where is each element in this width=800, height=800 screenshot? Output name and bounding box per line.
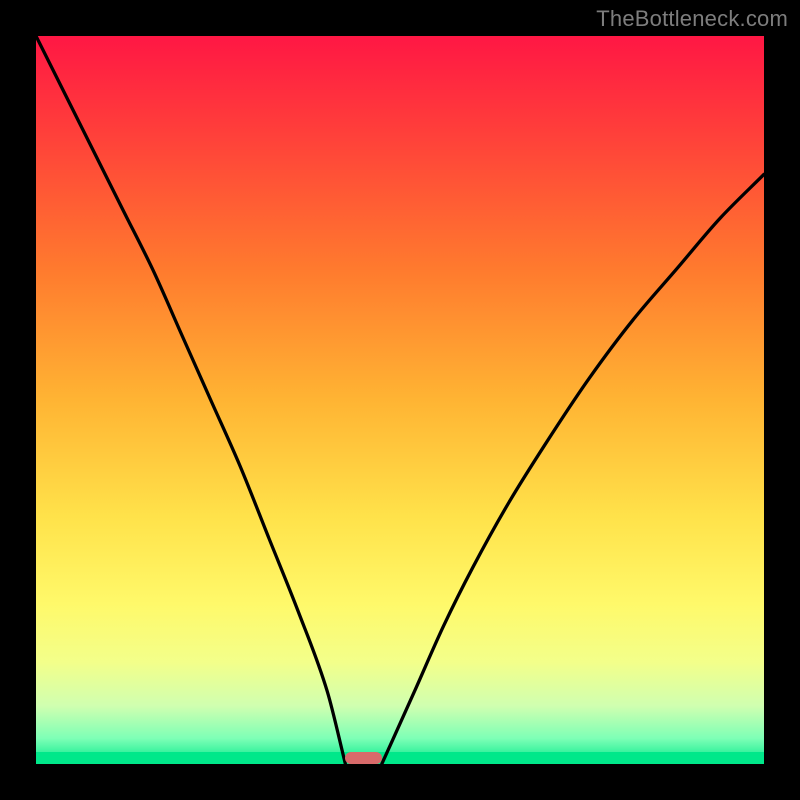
curve-right-branch (382, 174, 764, 764)
plot-area (36, 36, 764, 764)
bottleneck-marker (345, 752, 381, 764)
curve-left-branch (36, 36, 345, 764)
bottleneck-curve (36, 36, 764, 764)
watermark-text: TheBottleneck.com (596, 6, 788, 32)
